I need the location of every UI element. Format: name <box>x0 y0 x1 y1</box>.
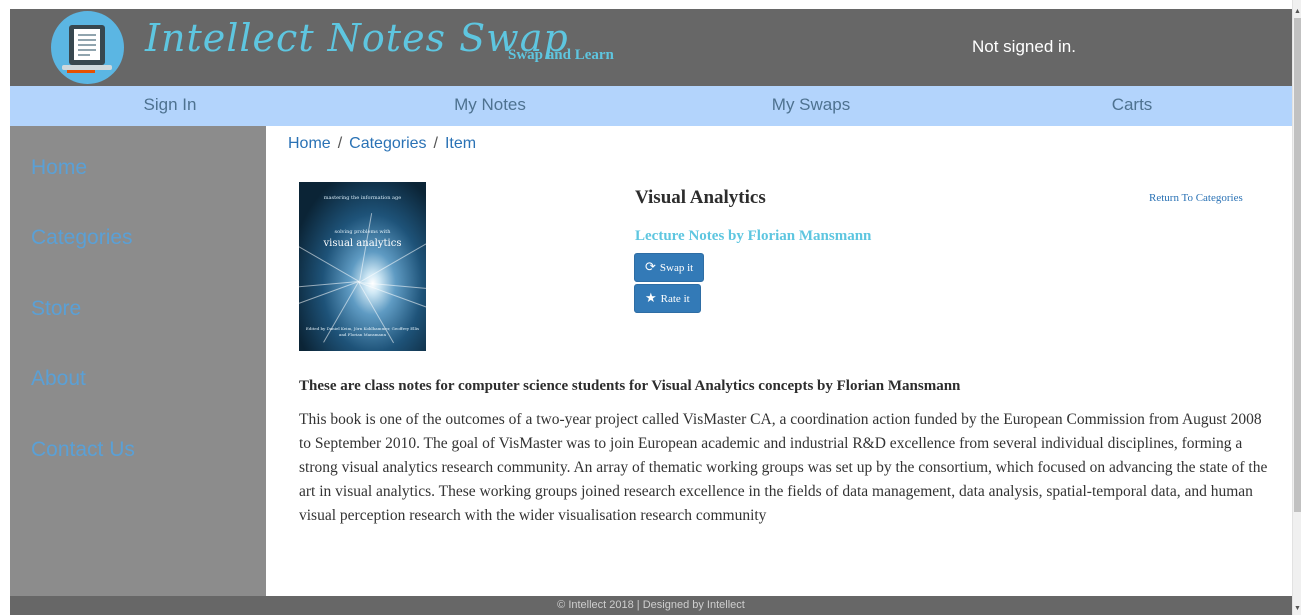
refresh-icon: ⟳ <box>645 260 656 275</box>
site-header: Intellect Notes Swap Swap and Learn Not … <box>10 9 1292 86</box>
breadcrumb: Home / Categories / Item <box>288 135 476 153</box>
nav-my-notes[interactable]: My Notes <box>390 86 590 126</box>
sidebar: Home Categories Store About Contact Us <box>10 126 266 596</box>
site-footer: © Intellect 2018 | Designed by Intellect <box>10 596 1292 615</box>
star-icon: ★ <box>645 291 657 306</box>
scroll-up-arrow-icon[interactable]: ▲ <box>1293 8 1301 16</box>
browser-left-edge <box>0 0 10 615</box>
scrollbar-thumb[interactable] <box>1294 18 1301 512</box>
book-cover-image: mastering the information age solving pr… <box>299 182 426 351</box>
signin-status-text: Not signed in. <box>972 37 1076 56</box>
site-tagline: Swap and Learn <box>508 47 614 63</box>
swap-button-label: Swap it <box>659 262 694 274</box>
breadcrumb-home[interactable]: Home <box>288 135 331 152</box>
sidebar-item-categories[interactable]: Categories <box>31 226 133 250</box>
swap-button[interactable]: ⟳ Swap it <box>634 253 705 282</box>
description-body: This book is one of the outcomes of a tw… <box>299 411 1268 524</box>
top-nav: Sign In My Notes My Swaps Carts <box>10 86 1292 126</box>
breadcrumb-categories[interactable]: Categories <box>349 135 426 152</box>
cover-title: visual analytics <box>323 238 402 249</box>
nav-my-swaps[interactable]: My Swaps <box>711 86 911 126</box>
sidebar-item-contact-us[interactable]: Contact Us <box>31 438 135 462</box>
breadcrumb-separator: / <box>337 135 343 152</box>
footer-text: © Intellect 2018 | Designed by Intellect <box>557 599 745 611</box>
rate-button-label: Rate it <box>660 293 690 305</box>
item-author: Lecture Notes by Florian Mansmann <box>635 228 872 244</box>
site-brand-title[interactable]: Intellect Notes Swap <box>145 16 569 60</box>
notebook-logo-icon[interactable] <box>51 11 124 84</box>
cover-editors: Edited by Daniel Keim, Jörn Kohlhammer, … <box>305 326 420 337</box>
return-to-categories-link[interactable]: Return To Categories <box>1149 192 1243 204</box>
nav-sign-in[interactable]: Sign In <box>70 86 270 126</box>
rate-button[interactable]: ★ Rate it <box>634 284 701 313</box>
browser-top-edge <box>0 0 1301 9</box>
sidebar-item-store[interactable]: Store <box>31 297 81 321</box>
cover-subtitle: solving problems with <box>334 229 391 235</box>
breadcrumb-item[interactable]: Item <box>445 135 476 152</box>
sidebar-item-about[interactable]: About <box>31 367 86 391</box>
scroll-down-arrow-icon[interactable]: ▼ <box>1293 605 1301 613</box>
cover-series-text: mastering the information age <box>323 195 402 201</box>
nav-carts[interactable]: Carts <box>1032 86 1232 126</box>
description-heading: These are class notes for computer scien… <box>299 378 961 394</box>
breadcrumb-separator: / <box>433 135 438 152</box>
page-scrollbar[interactable]: ▲ ▼ <box>1292 0 1301 615</box>
sidebar-item-home[interactable]: Home <box>31 156 87 180</box>
item-title: Visual Analytics <box>635 187 766 208</box>
